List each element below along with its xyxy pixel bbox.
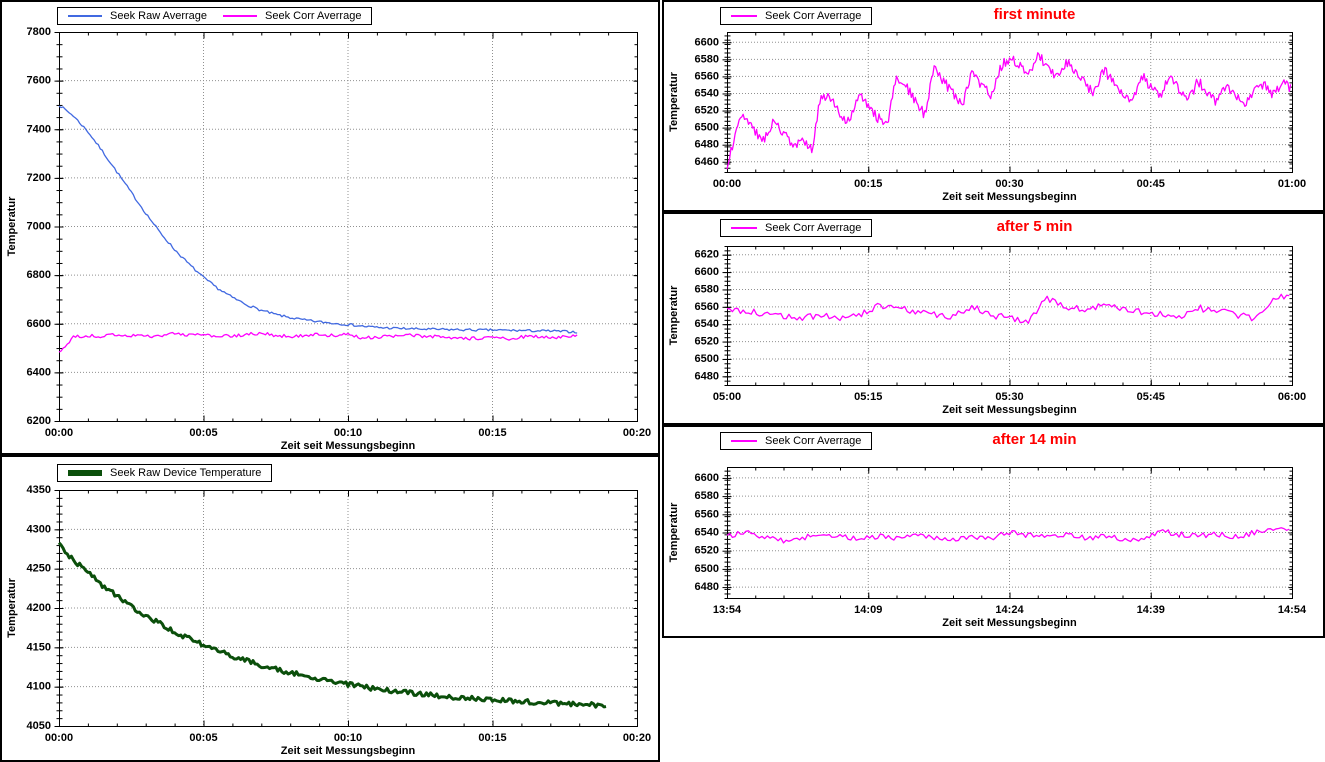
legend-line-sample: [68, 15, 102, 17]
chart-canvas-after-14-min: [664, 427, 1323, 636]
legend-item-raw-device-temperature: Seek Raw Device Temperature: [68, 467, 261, 479]
legend-box: Seek Raw Averrage Seek Corr Averrage: [57, 7, 372, 25]
chart-canvas-after-5-min: [664, 214, 1323, 423]
legend-item-corr-average: Seek Corr Averrage: [731, 435, 861, 447]
legend-label: Seek Raw Device Temperature: [110, 467, 261, 479]
legend-label: Seek Corr Averrage: [765, 10, 861, 22]
legend-item-corr-average: Seek Corr Averrage: [223, 10, 361, 22]
chart-panel-after-5-min: Seek Corr Averrage after 5 min: [662, 212, 1325, 425]
legend-item-corr-average: Seek Corr Averrage: [731, 222, 861, 234]
legend-label: Seek Raw Averrage: [110, 10, 207, 22]
chart-panel-raw-vs-corr: Seek Raw Averrage Seek Corr Averrage: [0, 0, 660, 455]
chart-canvas-first-minute: [664, 2, 1323, 210]
chart-title-first-minute: first minute: [994, 6, 1076, 23]
chart-panel-after-14-min: Seek Corr Averrage after 14 min: [662, 425, 1325, 638]
chart-canvas-raw-device-temperature: [2, 457, 658, 760]
legend-line-sample: [731, 15, 757, 17]
legend-label: Seek Corr Averrage: [265, 10, 361, 22]
legend-box: Seek Corr Averrage: [720, 432, 872, 450]
legend-line-sample: [731, 440, 757, 442]
legend-label: Seek Corr Averrage: [765, 222, 861, 234]
legend-box: Seek Raw Device Temperature: [57, 464, 272, 482]
legend-line-sample: [731, 227, 757, 229]
chart-panel-first-minute: Seek Corr Averrage first minute: [662, 0, 1325, 212]
legend-line-sample: [223, 15, 257, 17]
legend-box: Seek Corr Averrage: [720, 7, 872, 25]
legend-box: Seek Corr Averrage: [720, 219, 872, 237]
chart-panel-raw-device-temperature: Seek Raw Device Temperature: [0, 455, 660, 762]
legend-line-sample: [68, 470, 102, 476]
legend-label: Seek Corr Averrage: [765, 435, 861, 447]
legend-item-raw-average: Seek Raw Averrage: [68, 10, 207, 22]
chart-canvas-raw-vs-corr: [2, 2, 658, 453]
chart-title-after-14-min: after 14 min: [992, 431, 1076, 448]
legend-item-corr-average: Seek Corr Averrage: [731, 10, 861, 22]
chart-title-after-5-min: after 5 min: [997, 218, 1073, 235]
